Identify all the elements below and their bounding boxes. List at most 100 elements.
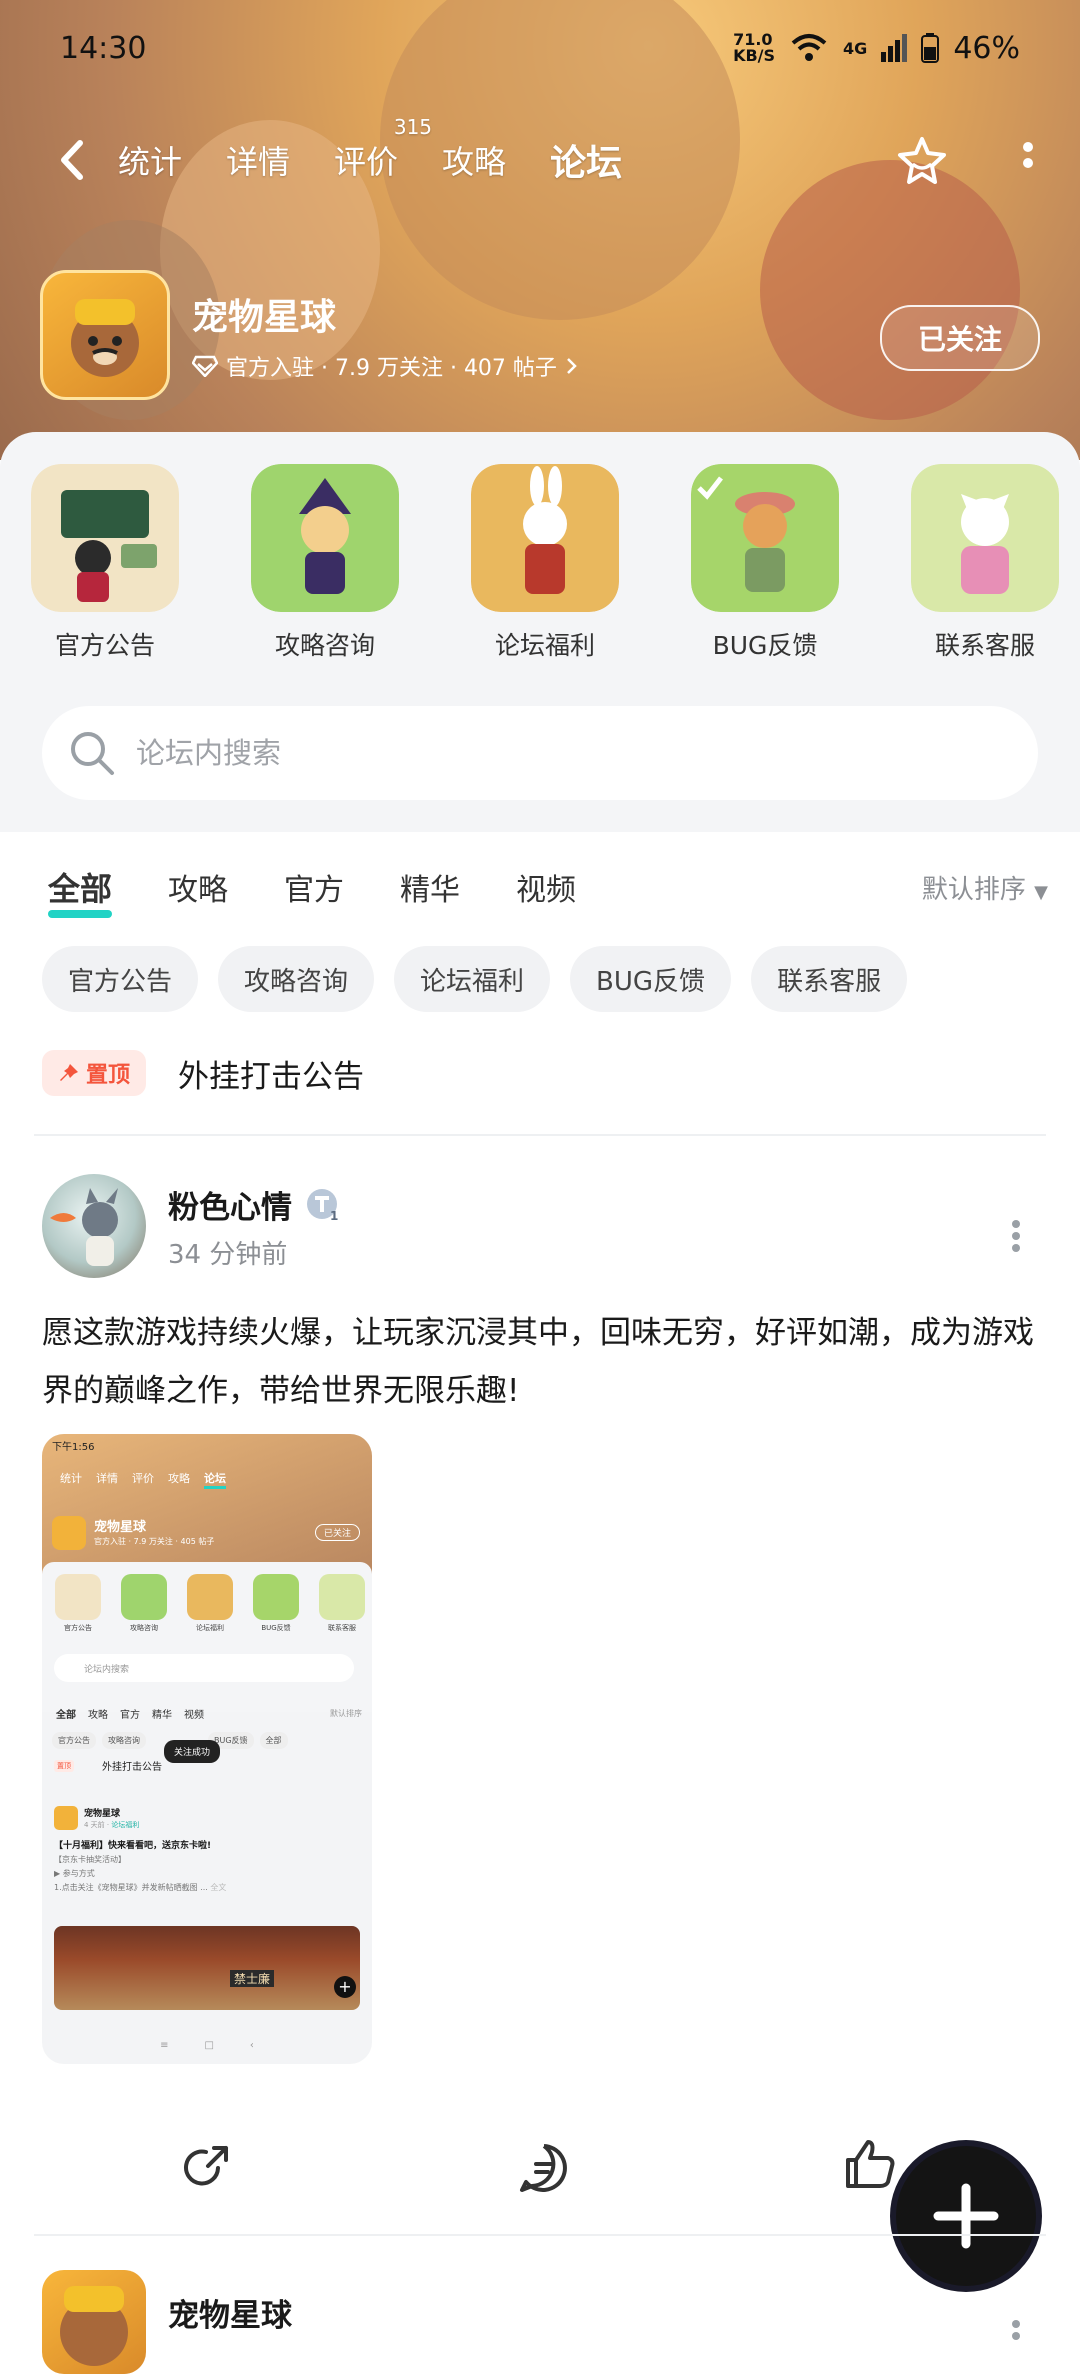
filter-tab-featured[interactable]: 精华 xyxy=(400,865,460,909)
favorite-star-icon[interactable] xyxy=(894,133,950,189)
tab-forum[interactable]: 论坛 xyxy=(546,134,627,186)
share-icon[interactable] xyxy=(178,2140,234,2196)
shot-chip: 官方公告 xyxy=(52,1732,96,1749)
category-customer-service[interactable]: 联系客服 xyxy=(910,464,1060,662)
post-image[interactable]: 下午1:56 统计 详情 评价 攻略 论坛 宠物星球 官方入驻 · 7.9 万关… xyxy=(42,1434,372,2064)
shot-cat: 联系客服 xyxy=(314,1574,370,1633)
shot-search: 论坛内搜索 xyxy=(54,1654,354,1682)
shot-tab: 攻略 xyxy=(168,1472,190,1485)
bear-mascot-icon xyxy=(60,2286,128,2366)
tab-reviews[interactable]: 评价 315 xyxy=(334,115,432,183)
pinned-badge-label: 置顶 xyxy=(86,1063,131,1088)
nav-tabs: 统计 详情 评价 315 攻略 论坛 xyxy=(118,115,627,195)
shot-follow: 已关注 xyxy=(314,1524,360,1541)
shot-filter-tab: 全部 xyxy=(56,1710,76,1721)
comment-icon[interactable] xyxy=(516,2140,572,2196)
shot-filter-tab: 攻略 xyxy=(88,1710,108,1721)
category-label: 论坛福利 xyxy=(494,631,595,660)
new-post-fab[interactable] xyxy=(896,2146,1036,2286)
chip-customer-service[interactable]: 联系客服 xyxy=(751,946,908,1012)
shot-game-icon xyxy=(52,1516,86,1550)
post-body[interactable]: 愿这款游戏持续火爆，让玩家沉浸其中，回味无穷，好评如潮，成为游戏界的巅峰之作，带… xyxy=(42,1304,1038,1420)
author-avatar[interactable] xyxy=(42,1174,146,1278)
network-type: 4G xyxy=(843,38,868,58)
status-bar: 14:30 71.0 KB/S 4G 46% xyxy=(60,28,1020,68)
tab-details[interactable]: 详情 xyxy=(226,137,290,183)
filter-tab-all[interactable]: 全部 xyxy=(48,864,113,918)
shot-cat-tile xyxy=(253,1574,299,1620)
shot-post-icon xyxy=(54,1806,78,1830)
divider xyxy=(34,2234,1046,2236)
shot-hero xyxy=(42,1434,372,1574)
chip-official-notice[interactable]: 官方公告 xyxy=(42,946,199,1012)
tab-reviews-label: 评价 xyxy=(334,143,399,181)
forum-welfare-icon xyxy=(471,464,619,612)
pinned-post[interactable]: 置顶 外挂打击公告 xyxy=(42,1050,364,1096)
shot-post-photo: 禁士廉 + xyxy=(54,1926,360,2010)
filter-tab-official[interactable]: 官方 xyxy=(284,865,344,909)
topic-chips: 官方公告 攻略咨询 论坛福利 BUG反馈 联系客服 xyxy=(42,946,908,1012)
plus-icon xyxy=(933,2183,999,2249)
battery-icon xyxy=(921,33,940,63)
forum-search-bar[interactable] xyxy=(42,706,1038,800)
author-name[interactable]: 宠物星球 xyxy=(168,2290,292,2335)
shot-cat: 官方公告 xyxy=(50,1574,106,1633)
bear-mascot-icon xyxy=(71,299,139,377)
filter-tab-guide[interactable]: 攻略 xyxy=(168,865,228,909)
shot-game-meta: 官方入驻 · 7.9 万关注 · 405 帖子 xyxy=(94,1537,215,1546)
game-meta-link[interactable]: 官方入驻 · 7.9 万关注 · 407 帖子 xyxy=(192,350,579,382)
divider xyxy=(34,1134,1046,1136)
more-menu-icon[interactable] xyxy=(1016,139,1040,183)
follow-button[interactable]: 已关注 xyxy=(880,305,1040,371)
back-arrow-icon[interactable] xyxy=(50,135,100,185)
game-info: 宠物星球 官方入驻 · 7.9 万关注 · 407 帖子 xyxy=(192,288,579,382)
shot-cats: 官方公告 攻略咨询 论坛福利 BUG反馈 联系客服 xyxy=(50,1574,370,1633)
chip-forum-welfare[interactable]: 论坛福利 xyxy=(394,946,551,1012)
shot-plus-button: + xyxy=(334,1976,356,1998)
category-guide-consult[interactable]: 攻略咨询 xyxy=(250,464,400,662)
game-name: 宠物星球 xyxy=(192,297,337,338)
diamond-icon xyxy=(192,355,218,377)
shot-post-name: 宠物星球 xyxy=(84,1809,121,1819)
shot-post-line2: ▶ 参与方式 xyxy=(54,1869,95,1878)
customer-service-icon xyxy=(911,464,1059,612)
shot-cat: 论坛福利 xyxy=(182,1574,238,1633)
shot-filter-tab: 视频 xyxy=(184,1710,204,1721)
review-count-badge: 315 xyxy=(393,115,433,139)
category-official-notice[interactable]: 官方公告 xyxy=(30,464,180,662)
shot-post-meta: 4 天前 · 论坛福利 xyxy=(84,1820,139,1830)
game-icon[interactable] xyxy=(40,270,170,400)
shot-cat-label: 官方公告 xyxy=(64,1624,92,1632)
shot-cat-tile xyxy=(187,1574,233,1620)
tab-stats[interactable]: 统计 xyxy=(118,137,182,183)
author-name-row: 粉色心情 1 xyxy=(168,1182,340,1227)
shot-pin-title: 外挂打击公告 xyxy=(102,1762,162,1773)
shot-cat-tile xyxy=(319,1574,365,1620)
chip-bug-feedback[interactable]: BUG反馈 xyxy=(570,946,732,1012)
game-avatar[interactable] xyxy=(42,2270,146,2374)
like-icon[interactable] xyxy=(842,2136,898,2192)
official-notice-icon xyxy=(31,464,179,612)
shot-chip: 全部 xyxy=(259,1732,288,1749)
sort-dropdown[interactable]: 默认排序 ▼ xyxy=(922,869,1048,906)
avatar-cat-icon xyxy=(50,1188,118,1266)
post-more-icon[interactable] xyxy=(1008,2316,1024,2356)
filter-tab-video[interactable]: 视频 xyxy=(516,865,576,909)
shot-post-line1: 【京东卡抽奖活动】 xyxy=(54,1855,126,1864)
guide-consult-icon xyxy=(251,464,399,612)
category-forum-welfare[interactable]: 论坛福利 xyxy=(470,464,620,662)
shot-cat-label: 联系客服 xyxy=(328,1624,356,1632)
shot-game-name: 宠物星球 xyxy=(94,1520,147,1535)
author-name[interactable]: 粉色心情 xyxy=(168,1182,292,1227)
shot-post-tag: 论坛福利 xyxy=(111,1821,140,1829)
filter-tabs: 全部 攻略 官方 精华 视频 默认排序 ▼ xyxy=(48,862,1048,918)
category-bug-feedback[interactable]: BUG反馈 xyxy=(690,464,840,662)
shot-cat: BUG反馈 xyxy=(248,1574,304,1633)
search-input[interactable] xyxy=(134,735,898,771)
shot-cat-label: 论坛福利 xyxy=(196,1624,224,1632)
category-label: BUG反馈 xyxy=(712,631,818,660)
status-time: 14:30 xyxy=(60,30,147,66)
post-more-icon[interactable] xyxy=(1008,1216,1024,1256)
tab-guides[interactable]: 攻略 xyxy=(442,137,506,183)
chip-guide-consult[interactable]: 攻略咨询 xyxy=(218,946,375,1012)
